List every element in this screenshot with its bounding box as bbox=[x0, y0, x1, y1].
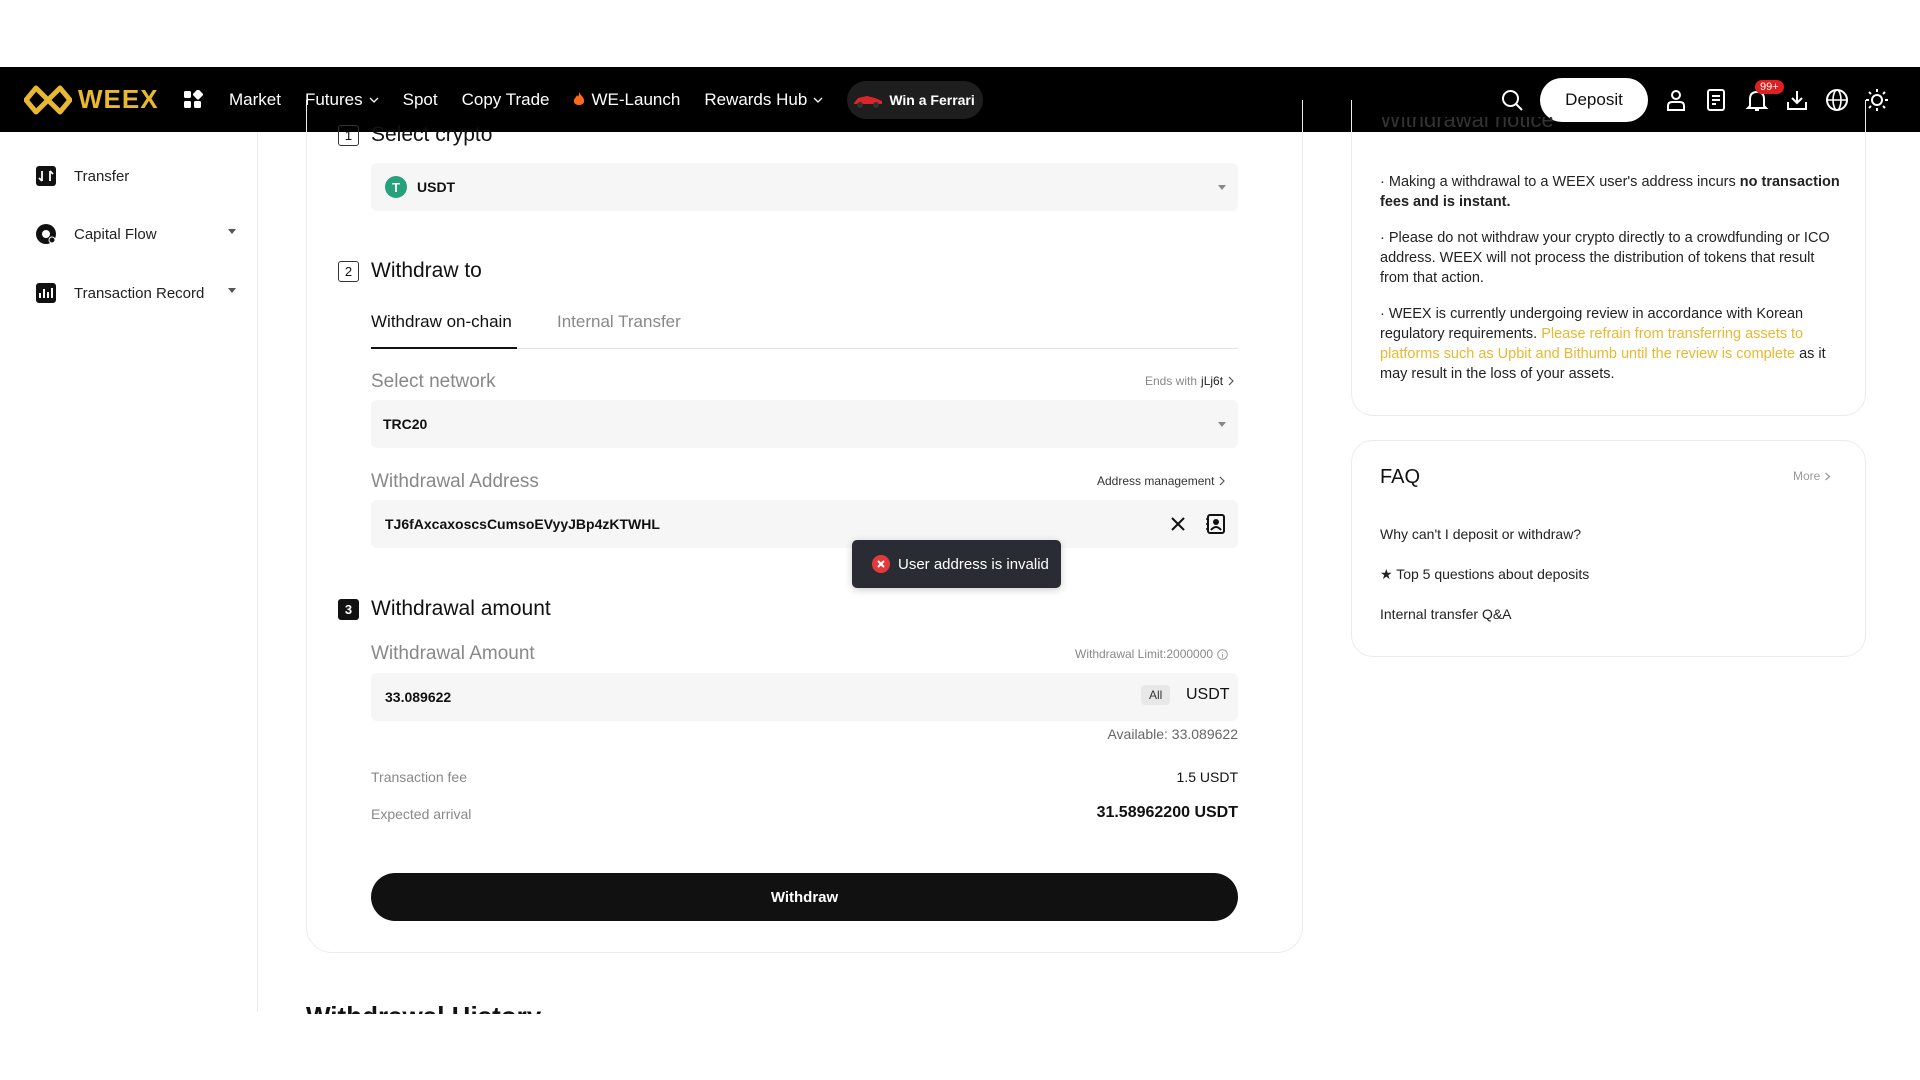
sidebar: Transfer Capital Flow Transaction Record bbox=[0, 132, 258, 1012]
address-management-link[interactable]: Address management bbox=[1097, 474, 1226, 488]
chevron-right-icon bbox=[1825, 472, 1831, 480]
faq-title: FAQ bbox=[1380, 466, 1421, 488]
step-number: 3 bbox=[338, 598, 359, 620]
error-icon bbox=[872, 555, 890, 573]
notice-item: · Making a withdrawal to a WEEX user's a… bbox=[1380, 174, 1840, 210]
address-input[interactable]: TJ6fAxcaxoscsCumsoEVyyJBp4zKTWHL bbox=[371, 500, 1238, 548]
caret-down-icon bbox=[228, 288, 236, 293]
faq-more-link[interactable]: More bbox=[1793, 469, 1831, 483]
withdraw-button[interactable]: Withdraw bbox=[371, 873, 1238, 921]
usdt-coin-icon: T bbox=[385, 176, 407, 198]
address-book-icon[interactable] bbox=[1206, 514, 1226, 534]
faq-item[interactable]: ★ Top 5 questions about deposits bbox=[1380, 566, 1589, 583]
notice-item: · WEEX is currently undergoing review in… bbox=[1380, 306, 1826, 382]
apps-grid-icon[interactable] bbox=[183, 90, 203, 110]
withdrawal-history-heading: Withdrawal History bbox=[306, 1001, 541, 1014]
weex-logo[interactable]: WEEX bbox=[24, 84, 159, 115]
network-label: Select network bbox=[371, 371, 496, 392]
page: WEEX Market Futures Spot Copy Trade WE-L… bbox=[0, 0, 1920, 1080]
step-title: Select crypto bbox=[371, 123, 493, 146]
nav-market[interactable]: Market bbox=[229, 90, 281, 110]
fee-value: 1.5 USDT bbox=[1176, 769, 1238, 785]
faq-card bbox=[1351, 440, 1866, 657]
faq-item[interactable]: Why can't I deposit or withdraw? bbox=[1380, 526, 1581, 542]
step-withdraw-to: 2 Withdraw to bbox=[338, 259, 482, 283]
sun-theme-icon[interactable] bbox=[1865, 88, 1889, 112]
amount-value: 33.089622 bbox=[385, 689, 452, 705]
network-select[interactable]: TRC20 bbox=[371, 400, 1238, 448]
notice-item: · Please do not withdraw your crypto dir… bbox=[1380, 230, 1830, 286]
amount-label: Withdrawal Amount bbox=[371, 643, 535, 664]
step-title: Withdraw to bbox=[371, 259, 482, 282]
capital-flow-icon bbox=[36, 224, 56, 244]
tab-internal-transfer[interactable]: Internal Transfer bbox=[557, 312, 681, 349]
address-label: Withdrawal Address bbox=[371, 471, 539, 492]
arrival-value: 31.58962200 USDT bbox=[1096, 804, 1238, 821]
withdrawal-limit: Withdrawal Limit:2000000 bbox=[1075, 647, 1228, 661]
record-icon bbox=[36, 283, 56, 303]
notice-title: Withdrawal notice bbox=[1380, 117, 1554, 132]
dropdown-caret-icon bbox=[1218, 422, 1226, 427]
weex-logo-icon bbox=[24, 85, 72, 114]
step-number: 2 bbox=[338, 260, 359, 282]
dropdown-caret-icon bbox=[1218, 185, 1226, 190]
tab-withdraw-on-chain[interactable]: Withdraw on-chain bbox=[371, 312, 517, 349]
crypto-select[interactable]: T USDT bbox=[371, 163, 1238, 211]
arrival-label: Expected arrival bbox=[371, 806, 472, 822]
all-button[interactable]: All bbox=[1141, 685, 1171, 705]
clear-icon[interactable] bbox=[1170, 516, 1186, 532]
faq-item[interactable]: Internal transfer Q&A bbox=[1380, 606, 1512, 622]
step-number: 1 bbox=[338, 124, 359, 146]
sidebar-item-transfer[interactable]: Transfer bbox=[36, 166, 236, 186]
selected-crypto: USDT bbox=[417, 179, 456, 195]
caret-down-icon bbox=[228, 229, 236, 234]
network-hint[interactable]: Ends with jLj6t bbox=[1145, 374, 1235, 388]
step-withdrawal-amount: 3 Withdrawal amount bbox=[338, 597, 551, 621]
step-title: Withdrawal amount bbox=[371, 597, 551, 620]
step-select-crypto: 1 Select crypto bbox=[338, 123, 492, 147]
sidebar-item-transaction-record[interactable]: Transaction Record bbox=[36, 283, 236, 303]
amount-unit: USDT bbox=[1186, 686, 1230, 703]
error-toast: User address is invalid bbox=[852, 540, 1061, 588]
chevron-right-icon bbox=[1228, 376, 1234, 386]
chevron-right-icon bbox=[1219, 476, 1226, 486]
amount-input[interactable]: 33.089622 All USDT bbox=[371, 673, 1238, 721]
address-value: TJ6fAxcaxoscsCumsoEVyyJBp4zKTWHL bbox=[385, 516, 660, 532]
notification-badge: 99+ bbox=[1755, 80, 1784, 94]
available-balance: Available: 33.089622 bbox=[1107, 726, 1238, 742]
transfer-icon bbox=[36, 166, 56, 186]
selected-network: TRC20 bbox=[383, 416, 428, 432]
toast-message: User address is invalid bbox=[898, 555, 1049, 573]
fee-label: Transaction fee bbox=[371, 769, 467, 785]
info-icon[interactable] bbox=[1217, 648, 1228, 660]
withdraw-method-tabs: Withdraw on-chain Internal Transfer bbox=[371, 312, 1238, 349]
brand-name: WEEX bbox=[78, 84, 159, 114]
sidebar-item-capital-flow[interactable]: Capital Flow bbox=[36, 224, 236, 244]
